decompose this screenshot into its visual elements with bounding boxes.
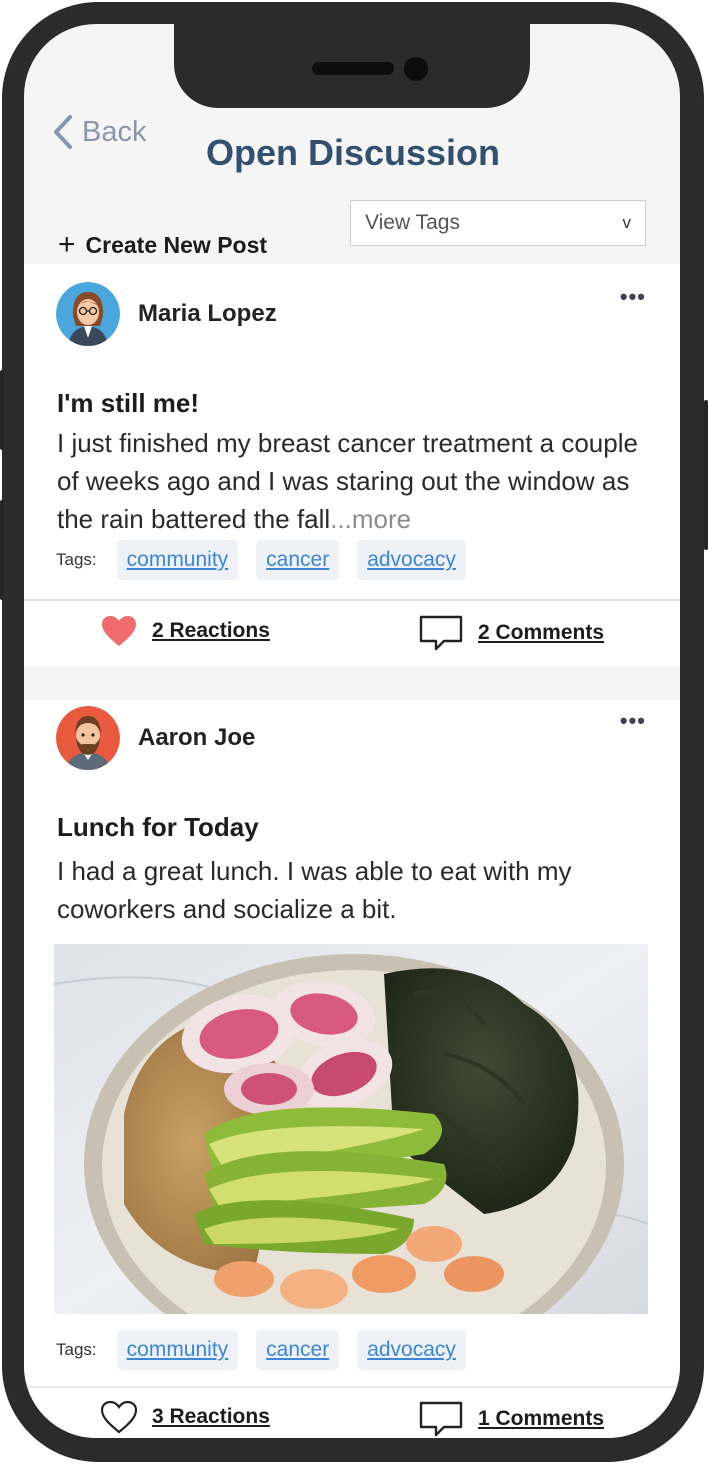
read-more-link[interactable]: ...more xyxy=(330,504,411,534)
tag-community[interactable]: community xyxy=(116,540,239,580)
tag-cancer[interactable]: cancer xyxy=(256,540,340,580)
reactions-button[interactable]: 3 Reactions xyxy=(100,1400,270,1434)
tags-label: Tags: xyxy=(56,550,97,569)
tags-label: Tags: xyxy=(56,1340,97,1359)
food-bowl-photo[interactable] xyxy=(54,944,648,1314)
side-button xyxy=(0,500,4,600)
side-button xyxy=(0,370,4,450)
page-title: Open Discussion xyxy=(205,132,501,173)
heart-filled-icon xyxy=(102,616,136,646)
post-body: I had a great lunch. I was able to eat w… xyxy=(57,856,572,924)
comment-icon xyxy=(419,615,463,651)
post-card: ••• Maria Lopez I'm still me! I just fin… xyxy=(24,264,680,666)
avatar xyxy=(56,706,120,770)
reactions-count: 2 Reactions xyxy=(152,619,270,642)
phone-notch xyxy=(174,24,530,108)
speaker xyxy=(312,62,394,75)
plus-icon: + xyxy=(58,228,76,261)
chevron-down-icon: v xyxy=(622,213,632,232)
comments-button[interactable]: 1 Comments xyxy=(418,1400,604,1438)
post-title[interactable]: I'm still me! xyxy=(57,388,199,419)
author-name[interactable]: Aaron Joe xyxy=(138,724,255,752)
heart-outline-icon xyxy=(100,1400,138,1434)
comments-count: 2 Comments xyxy=(478,621,605,644)
author-name[interactable]: Maria Lopez xyxy=(138,300,277,328)
post-body: I just finished my breast cancer treatme… xyxy=(57,424,647,538)
tag-list: Tags: community cancer advocacy xyxy=(56,1330,466,1370)
reactions-button[interactable]: 2 Reactions xyxy=(100,614,270,648)
reactions-count: 3 Reactions xyxy=(152,1405,270,1428)
view-tags-select[interactable]: View Tags v xyxy=(350,200,646,246)
app-screen: Back Open Discussion + Create New Post V… xyxy=(24,24,680,1438)
tag-list: Tags: community cancer advocacy xyxy=(56,540,466,580)
side-button xyxy=(704,400,708,550)
tag-advocacy[interactable]: advocacy xyxy=(357,1330,466,1370)
post-author: Aaron Joe xyxy=(56,706,255,770)
divider xyxy=(24,1386,680,1388)
more-options-icon[interactable]: ••• xyxy=(620,710,646,732)
tag-advocacy[interactable]: advocacy xyxy=(357,540,466,580)
divider xyxy=(24,599,680,601)
tag-cancer[interactable]: cancer xyxy=(256,1330,340,1370)
comment-icon xyxy=(419,1401,463,1437)
comments-count: 1 Comments xyxy=(478,1407,605,1430)
more-options-icon[interactable]: ••• xyxy=(620,286,646,308)
create-post-button[interactable]: + Create New Post xyxy=(58,230,267,260)
tag-community[interactable]: community xyxy=(116,1330,239,1370)
post-card: ••• Aaron Joe Lunch for Today I had a gr… xyxy=(24,700,680,1438)
avatar xyxy=(56,282,120,346)
post-title[interactable]: Lunch for Today xyxy=(57,812,259,843)
view-tags-value: View Tags xyxy=(365,211,460,234)
post-author: Maria Lopez xyxy=(56,282,277,346)
front-camera xyxy=(404,57,428,81)
comments-button[interactable]: 2 Comments xyxy=(418,614,604,652)
create-post-label: Create New Post xyxy=(85,231,268,258)
